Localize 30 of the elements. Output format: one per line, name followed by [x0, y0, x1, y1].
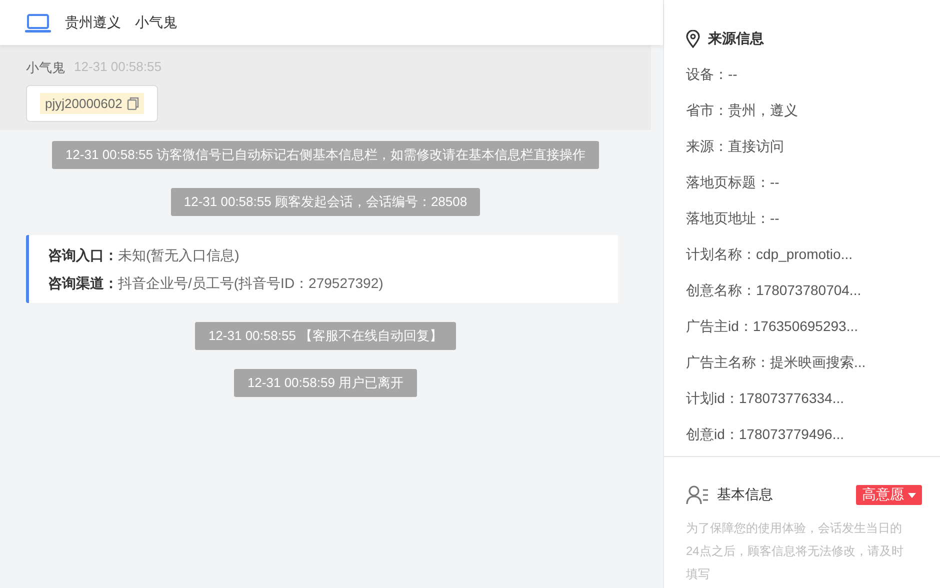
visitor-name: 小气鬼 — [135, 14, 177, 32]
wechat-id: pjyj20000602 — [45, 96, 122, 111]
user-list-icon — [686, 485, 709, 505]
source-info-item: 广告主id：176350695293... — [686, 318, 859, 336]
info-notice: 为了保障您的使用体验，会话发生当日的24点之后，顾客信息将无法修改，请及时填写 — [686, 520, 904, 583]
source-info-item: 创意名称：178073780704... — [686, 282, 862, 300]
system-message: 12-31 00:58:55 顾客发起会话，会话编号：28508 — [170, 188, 480, 216]
source-info-item: 落地页地址：-- — [686, 210, 780, 228]
source-info-item: 落地页标题：-- — [686, 174, 780, 192]
source-info-item: 来源：直接访问 — [686, 138, 785, 156]
source-info-item: 省市：贵州，遵义 — [686, 102, 799, 120]
sender-name: 小气鬼 — [26, 59, 65, 77]
system-message: 12-31 00:58:59 用户已离开 — [234, 369, 417, 397]
section-title: 来源信息 — [708, 30, 764, 48]
copy-icon[interactable] — [127, 97, 140, 110]
intent-dropdown[interactable]: 高意愿 — [856, 485, 922, 505]
caret-icon — [908, 492, 916, 498]
source-info-item: 计划id：178073776334... — [686, 390, 845, 408]
source-info-item: 设备：-- — [686, 66, 738, 84]
entry-info-line: 咨询渠道：抖音企业号/员工号(抖音号ID：279527392) — [48, 275, 384, 293]
system-message: 12-31 00:58:55 访客微信号已自动标记右侧基本信息栏，如需修改请在基本信息栏直接操作 — [52, 141, 599, 169]
entry-info-line: 咨询入口：未知(暂无入口信息) — [48, 247, 240, 265]
laptop-icon — [25, 12, 51, 32]
source-info-item: 计划名称：cdp_promotio... — [686, 246, 854, 264]
system-message: 12-31 00:58:55 【客服不在线自动回复】 — [195, 322, 456, 350]
location-pin-icon — [686, 30, 700, 48]
source-info-item: 创意id：178073779496... — [686, 426, 845, 444]
visitor-location: 贵州遵义 — [65, 14, 121, 32]
section-title: 基本信息 — [717, 486, 773, 504]
source-info-item: 广告主名称：提米映画搜索... — [686, 354, 867, 372]
